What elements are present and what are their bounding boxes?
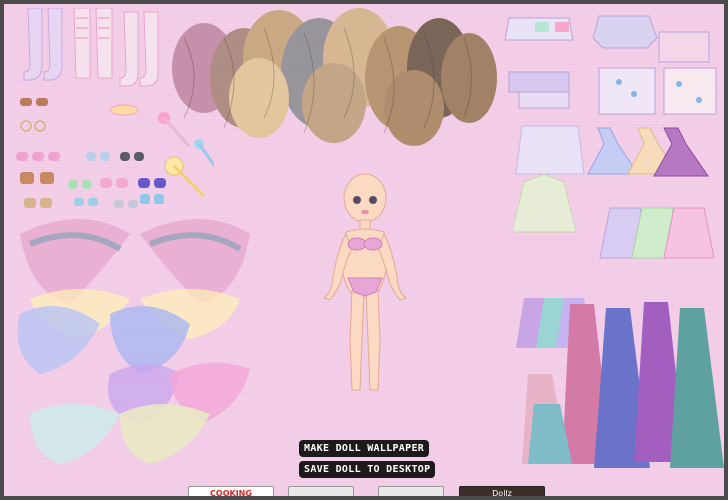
save-doll-desktop-button[interactable]: SAVE DOLL TO DESKTOP [299, 461, 436, 478]
footer-button-1[interactable] [288, 486, 354, 496]
doll-figure[interactable] [322, 172, 408, 398]
stockings-group[interactable] [14, 8, 174, 98]
dressup-stage: MAKE DOLL WALLPAPER SAVE DOLL TO DESKTOP… [0, 0, 728, 500]
gowns-group[interactable] [514, 294, 726, 484]
dollz-promo-label: Dollz [492, 489, 512, 498]
dollz-promo-banner[interactable]: Dollz [459, 486, 545, 498]
short-dresses-group[interactable] [514, 122, 724, 292]
wings-group[interactable] [10, 204, 270, 464]
cooking-promo-banner[interactable]: COOKING [188, 486, 274, 498]
tops-group[interactable] [499, 12, 724, 122]
make-doll-wallpaper-button[interactable]: MAKE DOLL WALLPAPER [299, 440, 430, 457]
hairstyles-group[interactable] [164, 8, 504, 148]
footer-button-2[interactable] [378, 486, 444, 496]
cooking-promo-label: COOKING [210, 489, 252, 498]
